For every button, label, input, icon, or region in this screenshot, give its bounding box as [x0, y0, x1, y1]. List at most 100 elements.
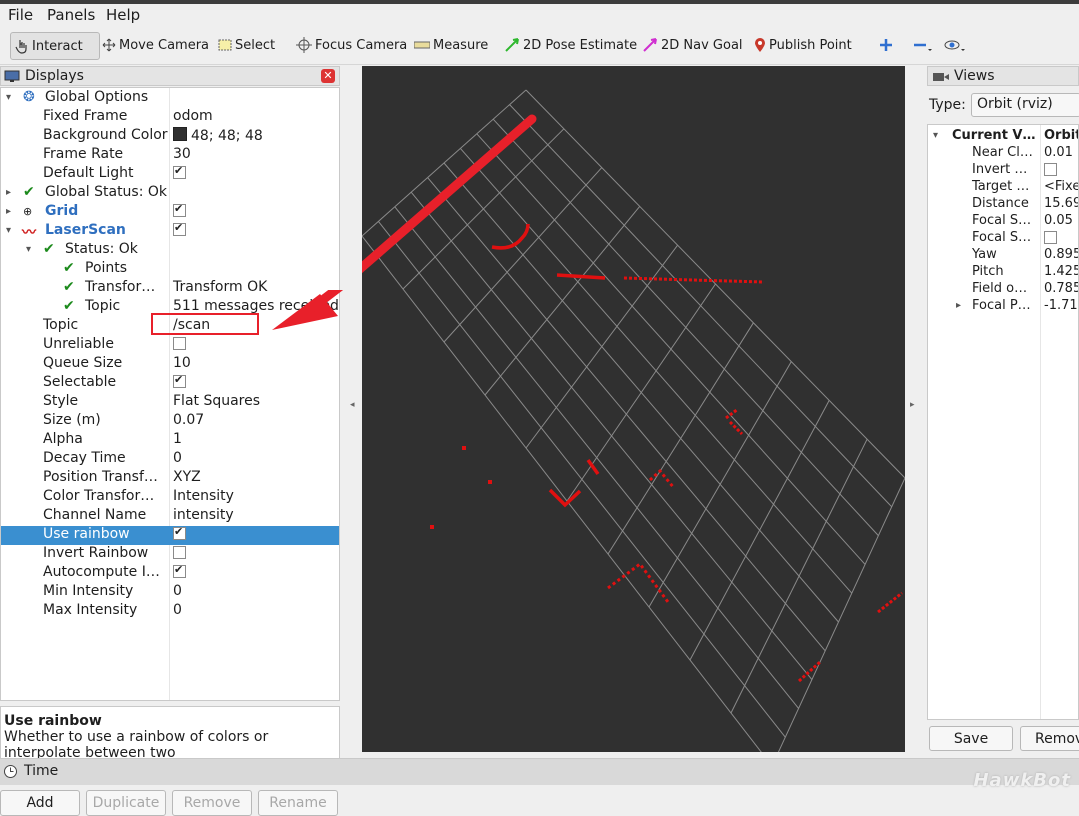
tree-row-unreliable[interactable]: Unreliable — [1, 336, 339, 355]
view-row-invert[interactable]: Invert … — [928, 162, 1078, 179]
tree-row-size[interactable]: Size (m) 0.07 — [1, 412, 339, 431]
checkbox-unreliable[interactable] — [173, 336, 186, 353]
row-value[interactable]: 0 — [173, 450, 182, 466]
tree-row-default-light[interactable]: Default Light — [1, 164, 339, 184]
checkbox-use-rainbow[interactable] — [173, 525, 186, 543]
tree-row-use-rainbow[interactable]: Use rainbow — [1, 525, 339, 545]
interact-tool-button[interactable]: Interact — [10, 32, 100, 60]
row-value[interactable]: odom — [173, 108, 213, 124]
row-value[interactable]: 0.05 — [1044, 213, 1073, 228]
right-splitter-icon[interactable]: ▸ — [910, 400, 915, 410]
row-value[interactable]: -1.715 — [1044, 298, 1078, 313]
tree-row-status-ok[interactable]: ▾ ✔ Status: Ok — [1, 241, 339, 260]
tree-row-global-status[interactable]: ▸ ✔ Global Status: Ok — [1, 184, 339, 203]
tree-row-decay-time[interactable]: Decay Time 0 — [1, 450, 339, 469]
duplicate-button[interactable]: Duplicate — [86, 790, 166, 816]
row-value[interactable]: 0.01 — [1044, 145, 1073, 160]
tree-row-max-intensity[interactable]: Max Intensity 0 — [1, 602, 339, 621]
view-row-focal-shape-size[interactable]: Focal S… 0.05 — [928, 213, 1078, 230]
tree-row-color-transformer[interactable]: Color Transfor… Intensity — [1, 488, 339, 507]
row-value[interactable]: 0 — [173, 602, 182, 618]
checkbox-default-light[interactable] — [173, 164, 186, 182]
add-button[interactable]: Add — [0, 790, 80, 816]
tree-row-laserscan[interactable]: ▾ 〰 LaserScan — [1, 221, 339, 241]
view-type-select[interactable]: Orbit (rviz) — [971, 93, 1079, 117]
row-value[interactable]: 48; 48; 48 — [173, 127, 263, 144]
row-value[interactable]: <Fixe — [1044, 179, 1078, 194]
publish-point-button[interactable]: Publish Point — [754, 32, 852, 58]
tree-row-selectable[interactable]: Selectable — [1, 373, 339, 393]
save-view-button[interactable]: Save — [929, 726, 1013, 751]
checkbox-grid[interactable] — [173, 202, 186, 220]
row-value[interactable]: 10 — [173, 355, 191, 371]
row-value[interactable]: 1 — [173, 431, 182, 447]
checkbox-autocompute[interactable] — [173, 563, 186, 581]
tree-row-fixed-frame[interactable]: Fixed Frame odom — [1, 108, 339, 127]
menu-panels[interactable]: Panels — [47, 6, 95, 24]
tree-row-grid[interactable]: ▸ ⊕ Grid — [1, 202, 339, 222]
expand-arrow-icon[interactable]: ▾ — [6, 92, 11, 103]
tree-row-points[interactable]: ✔ Points — [1, 260, 339, 279]
view-row-target-frame[interactable]: Target … <Fixe — [928, 179, 1078, 196]
collapse-arrow-icon[interactable]: ▸ — [6, 187, 11, 198]
view-row-current-view[interactable]: ▾ Current V… Orbit — [928, 128, 1078, 145]
checkbox-laserscan[interactable] — [173, 221, 186, 239]
tree-row-alpha[interactable]: Alpha 1 — [1, 431, 339, 450]
row-value[interactable]: 0 — [173, 583, 182, 599]
rename-button[interactable]: Rename — [258, 790, 338, 816]
tree-row-frame-rate[interactable]: Frame Rate 30 — [1, 146, 339, 165]
tree-row-topic[interactable]: Topic /scan — [1, 313, 339, 336]
menu-help[interactable]: Help — [106, 6, 140, 24]
tree-row-style[interactable]: Style Flat Squares — [1, 393, 339, 412]
collapse-arrow-icon[interactable]: ▸ — [956, 300, 961, 311]
view-row-yaw[interactable]: Yaw 0.895 — [928, 247, 1078, 264]
tree-row-background-color[interactable]: Background Color 48; 48; 48 — [1, 127, 339, 146]
menu-file[interactable]: File — [8, 6, 33, 24]
checkbox-focal-shape-fixed[interactable] — [1044, 230, 1057, 247]
focus-camera-button[interactable]: Focus Camera — [296, 32, 407, 58]
view-row-field-of-view[interactable]: Field o… 0.785 — [928, 281, 1078, 298]
remove-tool-button[interactable] — [912, 32, 935, 58]
expand-arrow-icon[interactable]: ▾ — [6, 225, 11, 236]
expand-arrow-icon[interactable]: ▾ — [933, 130, 938, 141]
remove-button[interactable]: Remove — [172, 790, 252, 816]
tool-properties-button[interactable] — [944, 32, 969, 58]
tree-row-position-transformer[interactable]: Position Transf… XYZ — [1, 469, 339, 488]
view-row-near-clip[interactable]: Near Cl… 0.01 — [928, 145, 1078, 162]
row-value[interactable]: 0.785 — [1044, 281, 1078, 296]
nav-goal-button[interactable]: 2D Nav Goal — [642, 32, 743, 58]
row-value[interactable]: intensity — [173, 507, 234, 523]
tree-row-transform[interactable]: ✔ Transfor… Transform OK — [1, 279, 339, 298]
row-value[interactable]: 15.69 — [1044, 196, 1078, 211]
tree-row-channel-name[interactable]: Channel Name intensity — [1, 507, 339, 526]
tree-row-queue-size[interactable]: Queue Size 10 — [1, 355, 339, 374]
expand-arrow-icon[interactable]: ▾ — [26, 244, 31, 255]
pose-estimate-button[interactable]: 2D Pose Estimate — [504, 32, 637, 58]
row-value[interactable]: XYZ — [173, 469, 201, 485]
row-value[interactable]: 0.07 — [173, 412, 204, 428]
collapse-arrow-icon[interactable]: ▸ — [6, 206, 11, 217]
select-tool-button[interactable]: Select — [218, 32, 275, 58]
checkbox-invert-z[interactable] — [1044, 162, 1057, 179]
row-value[interactable]: 0.895 — [1044, 247, 1078, 262]
move-camera-button[interactable]: Move Camera — [102, 32, 209, 58]
close-icon[interactable]: ✕ — [321, 69, 335, 83]
tree-row-min-intensity[interactable]: Min Intensity 0 — [1, 583, 339, 602]
row-value[interactable]: 1.425 — [1044, 264, 1078, 279]
3d-viewport[interactable] — [362, 66, 905, 752]
left-splitter-icon[interactable]: ◂ — [350, 400, 355, 410]
checkbox-invert-rainbow[interactable] — [173, 545, 186, 562]
measure-tool-button[interactable]: Measure — [414, 32, 488, 58]
view-row-focal-shape-fixed[interactable]: Focal S… — [928, 230, 1078, 247]
view-row-focal-point[interactable]: ▸ Focal P… -1.715 — [928, 298, 1078, 315]
tree-row-autocompute-intensity[interactable]: Autocompute I… — [1, 563, 339, 583]
row-value[interactable]: 30 — [173, 146, 191, 162]
view-row-pitch[interactable]: Pitch 1.425 — [928, 264, 1078, 281]
remove-view-button[interactable]: Remov — [1020, 726, 1079, 751]
tree-row-invert-rainbow[interactable]: Invert Rainbow — [1, 545, 339, 564]
row-value[interactable]: Flat Squares — [173, 393, 260, 409]
row-value[interactable]: Intensity — [173, 488, 234, 504]
view-row-distance[interactable]: Distance 15.69 — [928, 196, 1078, 213]
checkbox-selectable[interactable] — [173, 373, 186, 391]
add-tool-button[interactable] — [878, 32, 897, 58]
